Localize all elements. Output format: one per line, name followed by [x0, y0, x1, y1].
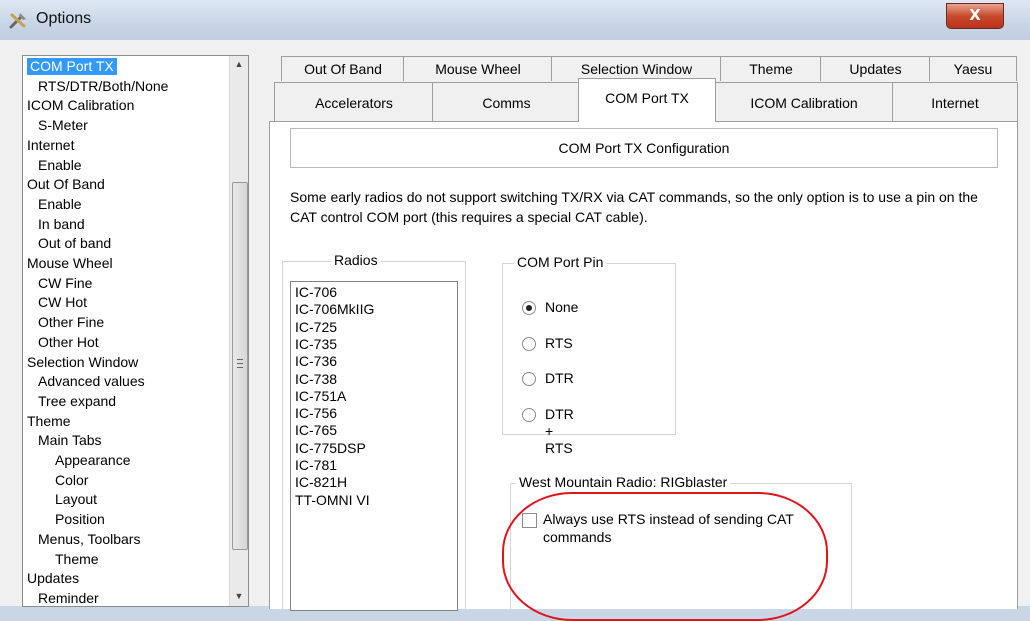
tree-item[interactable]: CW Fine	[38, 275, 92, 292]
radio-list-item[interactable]: IC-725	[295, 319, 337, 336]
radio-list-item[interactable]: IC-706	[295, 284, 337, 301]
pin-option-label[interactable]: DTR	[545, 370, 574, 387]
tab-active[interactable]: COM Port TX	[578, 78, 716, 122]
window-title: Options	[36, 10, 92, 27]
radio-list-item[interactable]: IC-751A	[295, 388, 346, 405]
tree-item[interactable]: Main Tabs	[38, 432, 102, 449]
tab-row2[interactable]: Comms	[432, 82, 581, 121]
radio-list-item[interactable]: IC-738	[295, 371, 337, 388]
pin-radio-button[interactable]	[522, 301, 536, 315]
tab-panel: COM Port TX Configuration Some early rad…	[269, 121, 1018, 621]
tab-row1[interactable]: Theme	[720, 56, 822, 81]
grip-line	[237, 359, 243, 360]
options-app-icon	[9, 13, 26, 29]
tree-item[interactable]: Layout	[55, 491, 97, 508]
tree-item[interactable]: Reminder	[38, 590, 99, 606]
tree-item[interactable]: S-Meter	[38, 117, 88, 134]
tree-item[interactable]: Internet	[27, 137, 74, 154]
radio-list-item[interactable]: IC-765	[295, 422, 337, 439]
pin-radio-button[interactable]	[522, 372, 536, 386]
tree-item[interactable]: Out Of Band	[27, 176, 105, 193]
tab-row1[interactable]: Mouse Wheel	[403, 56, 553, 81]
scroll-up-icon[interactable]: ▲	[233, 59, 245, 69]
com-port-pin-title: COM Port Pin	[514, 254, 607, 271]
radio-list-item[interactable]: TT-OMNI VI	[295, 492, 370, 509]
tree-item[interactable]: ICOM Calibration	[27, 97, 134, 114]
tree-item[interactable]: Out of band	[38, 235, 111, 252]
tree-item[interactable]: Other Fine	[38, 314, 104, 331]
tree-item[interactable]: Enable	[38, 157, 82, 174]
tab-row2[interactable]: ICOM Calibration	[714, 82, 894, 121]
window-body: COM Port TX RTS/DTR/Both/None ICOM Calibra…	[0, 40, 1030, 621]
radio-list-item[interactable]: IC-821H	[295, 474, 347, 491]
radio-list-item[interactable]: IC-736	[295, 353, 337, 370]
pin-option-label[interactable]: None	[545, 299, 578, 316]
radio-list-item[interactable]: IC-756	[295, 405, 337, 422]
tab-row1[interactable]: Updates	[820, 56, 931, 81]
pin-option-label[interactable]: DTR + RTS	[545, 406, 574, 457]
tree-item[interactable]: Selection Window	[27, 354, 138, 371]
radio-list-item[interactable]: IC-735	[295, 336, 337, 353]
tree-item[interactable]: Theme	[55, 551, 99, 568]
radios-group-title: Radios	[331, 252, 381, 269]
tab-row1[interactable]: Yaesu	[929, 56, 1017, 81]
tree-scrollbar[interactable]: ▲ ▼	[229, 56, 248, 606]
tab-row2[interactable]: Internet	[892, 82, 1018, 121]
tree-item[interactable]: RTS/DTR/Both/None	[38, 78, 168, 95]
radio-list-item[interactable]: IC-706MkIIG	[295, 301, 374, 318]
tab-row1[interactable]: Out Of Band	[281, 56, 405, 81]
panel-description: Some early radios do not support switchi…	[290, 189, 978, 225]
tree-item[interactable]: Appearance	[55, 452, 131, 469]
tree-item[interactable]: Position	[55, 511, 105, 528]
panel-heading: COM Port TX Configuration	[290, 128, 998, 168]
radio-selected-dot	[526, 305, 532, 311]
pin-radio-button[interactable]	[522, 407, 536, 422]
grip-line	[237, 367, 243, 368]
pin-radio-button[interactable]	[522, 336, 536, 351]
tree-item[interactable]: In band	[38, 216, 85, 233]
tree-item[interactable]: Mouse Wheel	[27, 255, 113, 272]
radio-list-item[interactable]: IC-775DSP	[295, 440, 366, 457]
tree-item[interactable]: Tree expand	[38, 393, 116, 410]
tree-item[interactable]: Updates	[27, 570, 79, 587]
tree-item[interactable]: Color	[55, 472, 88, 489]
tab-row2[interactable]: Accelerators	[274, 82, 434, 121]
tree-item[interactable]: COM Port TX	[27, 58, 117, 75]
title-bar: Options X	[0, 0, 1030, 40]
highlight-annotation-oval	[502, 492, 828, 621]
pin-option-label[interactable]: RTS	[545, 335, 573, 352]
radio-list-item[interactable]: IC-781	[295, 457, 337, 474]
radios-list[interactable]: IC-706 IC-706MkIIG IC-725 IC-735 IC-736 IC-73…	[290, 281, 458, 611]
tree-item[interactable]: Other Hot	[38, 334, 99, 351]
scroll-thumb[interactable]	[232, 182, 248, 550]
scroll-down-icon[interactable]: ▼	[233, 591, 245, 601]
tree-item[interactable]: Advanced values	[38, 373, 145, 390]
options-tree[interactable]: COM Port TX RTS/DTR/Both/None ICOM Calibra…	[22, 55, 249, 607]
tree-item[interactable]: Enable	[38, 196, 82, 213]
grip-line	[237, 363, 243, 364]
tree-item[interactable]: CW Hot	[38, 294, 87, 311]
rigblaster-group-title: West Mountain Radio: RIGblaster	[516, 474, 731, 491]
tree-item[interactable]: Menus, Toolbars	[38, 531, 140, 548]
close-button[interactable]: X	[946, 3, 1004, 29]
tree-item[interactable]: Theme	[27, 413, 71, 430]
